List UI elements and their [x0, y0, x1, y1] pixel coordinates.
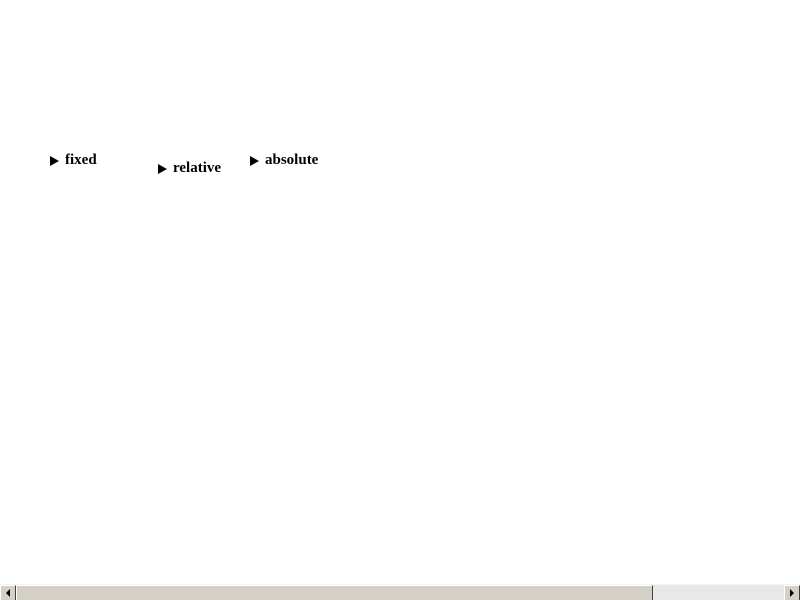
- disclosure-triangle-icon: [250, 156, 259, 166]
- arrow-right-icon: [790, 589, 794, 597]
- scroll-left-button[interactable]: [0, 585, 16, 600]
- scroll-right-button[interactable]: [784, 585, 800, 600]
- details-summary-label: relative: [173, 160, 222, 176]
- disclosure-triangle-icon: [50, 156, 59, 166]
- horizontal-scrollbar[interactable]: [0, 584, 800, 600]
- details-summary-relative[interactable]: relative: [158, 160, 221, 177]
- details-summary-label: fixed: [65, 152, 97, 168]
- details-summary-fixed[interactable]: fixed: [50, 152, 97, 169]
- details-summary-label: absolute: [265, 152, 319, 168]
- details-summary-absolute[interactable]: absolute: [250, 152, 318, 169]
- arrow-left-icon: [6, 589, 10, 597]
- scrollbar-thumb[interactable]: [16, 585, 653, 600]
- page: fixed relative absolute: [0, 0, 800, 600]
- disclosure-triangle-icon: [158, 164, 167, 174]
